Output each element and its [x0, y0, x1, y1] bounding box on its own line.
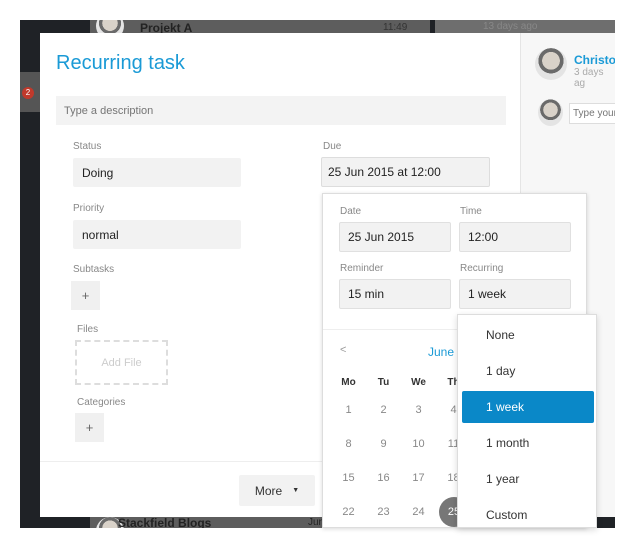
weekday-label: Tu	[377, 377, 390, 388]
calendar-day[interactable]: 23	[366, 506, 401, 527]
prev-month-button[interactable]: <	[340, 344, 346, 356]
background-time: 13 days ago	[483, 21, 538, 32]
month-title[interactable]: June	[428, 345, 454, 359]
time-field[interactable]: 12:00	[459, 222, 571, 252]
description-input[interactable]	[56, 96, 506, 125]
more-button[interactable]: More ▼	[239, 475, 315, 506]
recurring-field[interactable]: 1 week	[459, 279, 571, 309]
caret-down-icon: ▼	[292, 487, 300, 494]
time-label: Time	[460, 206, 482, 217]
calendar-day[interactable]: 10	[401, 438, 436, 450]
notification-badge: 2	[22, 87, 34, 99]
calendar-day[interactable]: 24	[401, 506, 436, 527]
calendar-day[interactable]: 16	[366, 472, 401, 484]
reminder-field[interactable]: 15 min	[339, 279, 451, 309]
date-field[interactable]: 25 Jun 2015	[339, 222, 451, 252]
add-file-button[interactable]: Add File	[75, 340, 168, 385]
due-label: Due	[323, 141, 342, 152]
priority-field[interactable]: normal	[73, 220, 241, 249]
avatar	[535, 48, 567, 80]
task-title[interactable]: Recurring task	[56, 52, 185, 75]
sidebar-item[interactable]: 2	[20, 72, 40, 112]
calendar-day[interactable]: 2	[366, 404, 401, 416]
add-subtask-button[interactable]: +	[71, 281, 100, 310]
files-label: Files	[77, 324, 99, 335]
categories-label: Categories	[77, 397, 126, 408]
list-item-title: Stackfield Blogs	[118, 516, 212, 528]
more-label: More	[254, 483, 283, 498]
comment-input[interactable]	[569, 103, 615, 124]
weekday-label: We	[411, 377, 426, 388]
background-panel: 13 days ago	[435, 20, 615, 33]
reminder-label: Reminder	[340, 263, 384, 274]
list-item-time: 11:49	[383, 22, 408, 33]
status-label: Status	[73, 141, 102, 152]
calendar-day[interactable]: 8	[331, 438, 366, 450]
add-category-button[interactable]: +	[75, 413, 104, 442]
status-field[interactable]: Doing	[73, 158, 241, 187]
calendar-day[interactable]: 17	[401, 472, 436, 484]
avatar	[538, 99, 563, 126]
recurring-option[interactable]: None	[462, 319, 594, 351]
weekday-label: Mo	[341, 377, 356, 388]
recurring-option[interactable]: 1 day	[462, 355, 594, 387]
recurring-option[interactable]: 1 year	[462, 463, 594, 495]
comment-time: 3 days ag	[574, 67, 604, 89]
date-label: Date	[340, 206, 362, 217]
priority-label: Priority	[73, 203, 105, 214]
recurring-option[interactable]: 1 week	[462, 391, 594, 423]
recurring-label: Recurring	[460, 263, 504, 274]
recurring-dropdown: None 1 day 1 week 1 month 1 year Custom	[457, 314, 597, 528]
calendar-day[interactable]: 3	[401, 404, 436, 416]
subtasks-label: Subtasks	[73, 264, 115, 275]
due-field[interactable]: 25 Jun 2015 at 12:00	[321, 157, 490, 187]
calendar-day[interactable]: 15	[331, 472, 366, 484]
comment-author[interactable]: Christop	[574, 53, 615, 67]
recurring-option[interactable]: Custom	[462, 499, 594, 531]
calendar-day[interactable]: 1	[331, 404, 366, 416]
calendar-day[interactable]: 22	[331, 506, 366, 527]
calendar-day[interactable]: 9	[366, 438, 401, 450]
recurring-option[interactable]: 1 month	[462, 427, 594, 459]
list-item[interactable]: Projekt A 11:49	[90, 20, 430, 40]
